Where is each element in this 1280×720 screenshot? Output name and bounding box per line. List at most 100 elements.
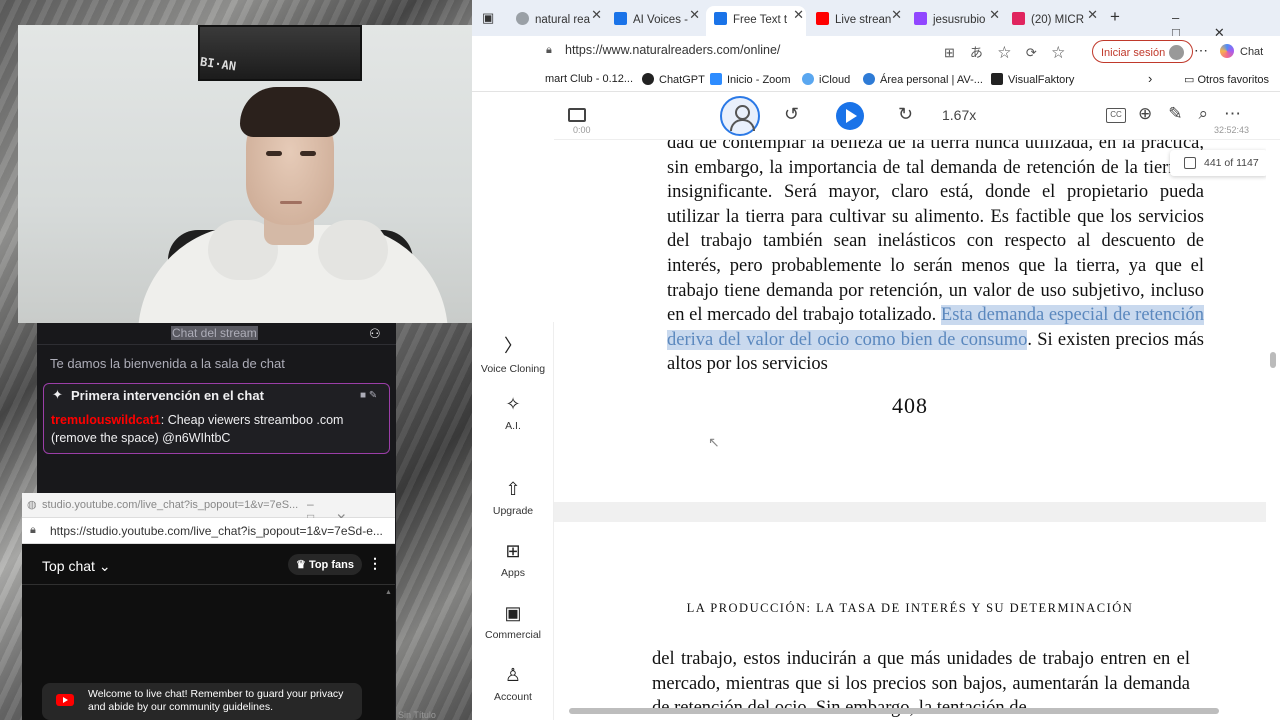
- copilot-icon: [1220, 44, 1234, 58]
- popout-url: https://studio.youtube.com/live_chat?is_…: [50, 524, 383, 538]
- sidebar-label: Commercial: [484, 629, 541, 641]
- close-icon[interactable]: ✕: [793, 7, 804, 23]
- sidebar-item-upgrade[interactable]: ⇧ Upgrade: [472, 479, 554, 517]
- time-elapsed: 0:00: [573, 125, 591, 135]
- bookmark-item[interactable]: Área personal | AV-...: [863, 73, 983, 86]
- browser-window: ▣ natural rea ✕ AI Voices - ✕ Free Text t ✕…: [472, 0, 1280, 720]
- page-indicator[interactable]: 441 of 1147: [1170, 150, 1266, 176]
- tab-actions-icon[interactable]: ▣: [482, 10, 494, 26]
- welcome-text: Welcome to live chat! Remember to guard …: [88, 688, 344, 713]
- top-chat-label: Top chat: [42, 558, 95, 574]
- popout-title: studio.youtube.com/live_chat?is_popout=1…: [42, 499, 299, 511]
- play-button[interactable]: [836, 102, 864, 130]
- tab-label: natural rea: [535, 14, 590, 26]
- account-icon: ♙: [504, 665, 522, 685]
- page-paragraph: dad de contemplar la belleza de la tierr…: [667, 140, 1204, 377]
- copilot-chat-button[interactable]: Chat: [1220, 44, 1263, 58]
- more-options-icon[interactable]: ⋮: [368, 555, 382, 572]
- chat-label: Chat: [1240, 46, 1264, 58]
- popout-address-bar[interactable]: 🔒︎ https://studio.youtube.com/live_chat?…: [22, 518, 395, 544]
- scroll-thumb[interactable]: [1270, 352, 1276, 368]
- chevron-down-icon: ⌄: [98, 558, 111, 574]
- tab-twitch[interactable]: jesusrubio ✕: [906, 6, 1002, 32]
- tab-label: AI Voices -: [633, 14, 688, 26]
- tab-natural-readers-search[interactable]: natural rea ✕: [508, 6, 604, 32]
- close-icon[interactable]: ✕: [1087, 7, 1098, 23]
- eye-right: [300, 151, 316, 156]
- users-icon[interactable]: ⚇: [369, 326, 383, 341]
- tab-label: Live strean: [835, 14, 892, 26]
- tab-ai-voices[interactable]: AI Voices - ✕: [606, 6, 702, 32]
- voice-avatar-button[interactable]: [720, 96, 760, 136]
- bookmark-item[interactable]: VisualFaktory: [991, 73, 1074, 86]
- sidebar-label: A.I.: [505, 420, 521, 432]
- tab-micro[interactable]: (20) MICR ✕: [1004, 6, 1100, 32]
- scroll-up-icon[interactable]: ▲: [385, 589, 393, 709]
- login-label: Iniciar sesión: [1101, 47, 1166, 59]
- bookmark-label: mart Club - 0.12...: [545, 73, 634, 85]
- speed-selector[interactable]: 1.67x: [942, 107, 976, 123]
- chat-header: Chat del stream ⚇: [37, 323, 396, 345]
- other-favorites-label: Otros favoritos: [1197, 74, 1269, 86]
- sidebar-item-account[interactable]: ♙ Account: [472, 665, 554, 703]
- zoom-highlight-search-more-icons[interactable]: ⊕✎⌕⋯: [1138, 104, 1257, 124]
- popout-titlebar[interactable]: ◍ studio.youtube.com/live_chat?is_popout…: [22, 493, 395, 525]
- tab-strip: ▣ natural rea ✕ AI Voices - ✕ Free Text t ✕…: [472, 0, 1280, 40]
- hair: [240, 87, 340, 137]
- webcam-feed: BI·AN: [18, 25, 546, 323]
- more-icon[interactable]: ⋯: [1194, 42, 1208, 59]
- gear-icon: [863, 73, 875, 85]
- youtube-chat-popout: ◍ studio.youtube.com/live_chat?is_popout…: [22, 493, 395, 720]
- tab-label: Free Text t: [733, 14, 788, 26]
- sidebar-label: Apps: [501, 567, 525, 579]
- close-icon[interactable]: ✕: [989, 7, 1000, 23]
- video-icon: [1012, 12, 1025, 25]
- bookmark-label: Área personal | AV-...: [880, 74, 983, 86]
- forward-icon[interactable]: ↻: [898, 104, 913, 125]
- sidebar-item-ai[interactable]: ✧ A.I.: [472, 394, 554, 432]
- vertical-scrollbar[interactable]: [1266, 140, 1280, 720]
- page-icon: [1184, 157, 1196, 169]
- rewind-icon[interactable]: ↺: [784, 104, 799, 125]
- sidebar-toggle-icon[interactable]: [568, 108, 586, 122]
- top-fans-button[interactable]: ♛ Top fans: [288, 554, 362, 575]
- url-field[interactable]: https://www.naturalreaders.com/online/: [565, 43, 780, 57]
- top-chat-dropdown[interactable]: Top chat ⌄: [42, 558, 111, 575]
- sparkle-icon: ✧: [505, 394, 521, 414]
- edit-icon[interactable]: ■ ✎: [360, 390, 377, 401]
- tab-free-text[interactable]: Free Text t ✕: [706, 6, 806, 36]
- new-tab-icon[interactable]: +: [1110, 7, 1120, 27]
- welcome-banner: Welcome to live chat! Remember to guard …: [42, 683, 362, 720]
- chevron-right-icon[interactable]: ›: [1148, 71, 1152, 86]
- lock-icon[interactable]: 🔒︎: [546, 44, 552, 57]
- chat-username[interactable]: tremulouswildcat1: [51, 413, 161, 427]
- horizontal-scrollbar[interactable]: [564, 705, 1264, 715]
- sidebar-item-apps[interactable]: ⊞ Apps: [472, 541, 554, 579]
- tab-live-stream[interactable]: Live strean ✕: [808, 6, 904, 32]
- zoom-icon: [710, 73, 722, 85]
- bookmark-item[interactable]: mart Club - 0.12...: [545, 73, 633, 85]
- scroll-thumb[interactable]: [569, 708, 1219, 714]
- close-icon[interactable]: ✕: [591, 7, 602, 23]
- mouth: [280, 201, 302, 204]
- sidebar-item-commercial[interactable]: ▣ Commercial: [472, 603, 554, 641]
- bookmark-item[interactable]: ChatGPT: [642, 73, 705, 86]
- address-icons[interactable]: ⊞あ☆⟳☆: [944, 42, 1080, 61]
- close-icon[interactable]: ✕: [891, 7, 902, 23]
- tab-label: jesusrubio: [933, 14, 986, 26]
- app-sidebar: 〉 Voice Cloning ✧ A.I. ⇧ Upgrade ⊞ Apps ▣ Com…: [472, 322, 554, 720]
- document-viewer: dad de contemplar la belleza de la tierr…: [554, 140, 1266, 720]
- other-favorites[interactable]: ▭ Otros favoritos: [1184, 73, 1269, 86]
- captions-icon[interactable]: CC: [1106, 108, 1126, 123]
- document-page: dad de contemplar la belleza de la tierr…: [554, 140, 1266, 500]
- wall-poster: BI·AN: [198, 25, 362, 81]
- reader-toolbar: 0:00 ↺ ↻ 1.67x CC ⊕✎⌕⋯ 32:52:43: [554, 92, 1280, 140]
- bookmark-label: iCloud: [819, 74, 851, 86]
- login-button[interactable]: Iniciar sesión: [1092, 40, 1194, 63]
- apps-icon: ⊞: [505, 541, 521, 561]
- chatgpt-icon: [642, 73, 654, 85]
- sidebar-item-voice-cloning[interactable]: 〉 Voice Cloning: [472, 332, 554, 375]
- bookmark-item[interactable]: iCloud: [802, 73, 850, 86]
- bookmark-item[interactable]: Inicio - Zoom: [710, 73, 791, 86]
- close-icon[interactable]: ✕: [689, 7, 700, 23]
